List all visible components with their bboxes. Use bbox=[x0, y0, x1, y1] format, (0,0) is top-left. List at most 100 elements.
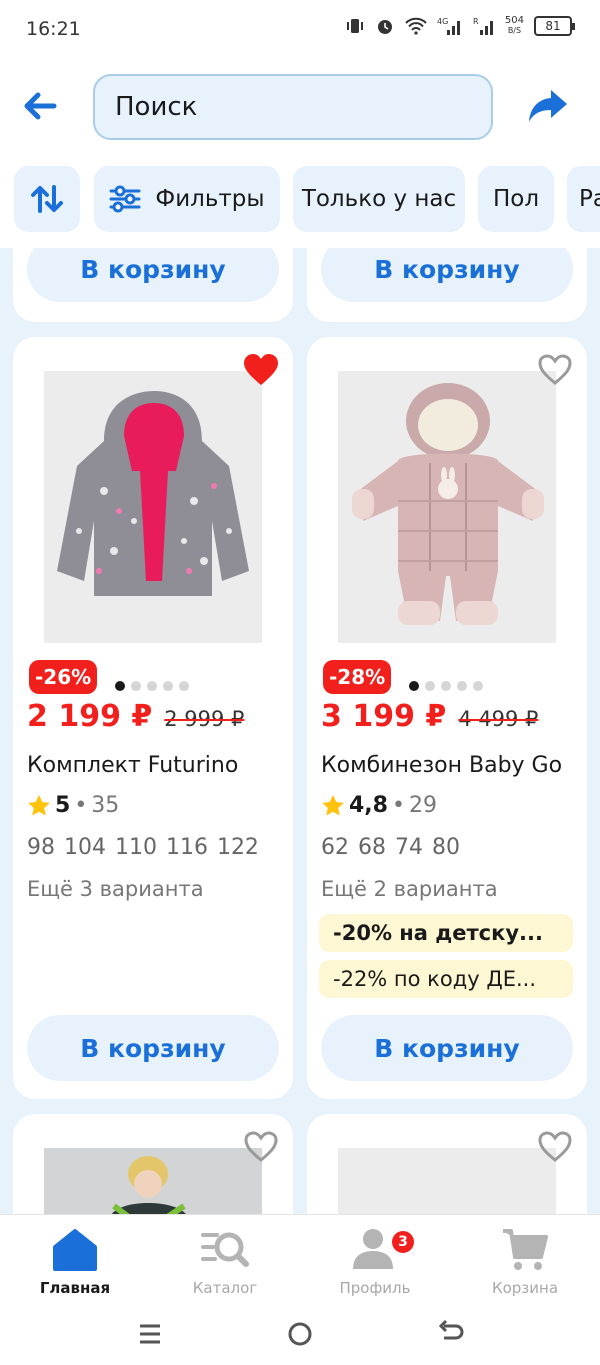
rating-value: 5 bbox=[55, 793, 71, 818]
gender-chip-label: Пол bbox=[492, 186, 540, 212]
share-icon[interactable] bbox=[526, 86, 570, 126]
old-price: 4 499 ₽ bbox=[458, 707, 539, 731]
sort-chip[interactable] bbox=[14, 166, 80, 232]
more-chip[interactable]: Ра bbox=[567, 166, 600, 232]
product-card-next-right[interactable] bbox=[307, 1114, 587, 1214]
carousel-dot bbox=[409, 681, 419, 691]
available-sizes: 62 68 74 80 bbox=[321, 835, 460, 860]
carousel-dot bbox=[147, 681, 157, 691]
exclusive-chip-label: Только у нас bbox=[301, 186, 457, 212]
rating-separator: • bbox=[74, 793, 88, 818]
system-navigation-bar bbox=[0, 1308, 600, 1365]
add-to-cart-button[interactable]: В корзину bbox=[27, 248, 279, 302]
nav-label: Главная bbox=[39, 1279, 111, 1297]
catalog-search-icon bbox=[201, 1232, 249, 1267]
snowsuit-image bbox=[352, 383, 544, 625]
gender-chip[interactable]: Пол bbox=[478, 166, 554, 232]
status-bar: 16:21 4G R 504 B/S 81 bbox=[0, 0, 600, 62]
product-title[interactable]: Комбинезон Baby Go bbox=[321, 753, 562, 778]
search-header: Поиск bbox=[0, 62, 600, 152]
star-icon bbox=[322, 794, 344, 815]
review-count: 35 bbox=[91, 793, 120, 818]
battery-icon: 81 bbox=[534, 16, 575, 36]
filter-chips: Фильтры Только у нас Пол Ра bbox=[0, 152, 600, 248]
promo-label[interactable]: -22% по коду ДЕ... bbox=[319, 960, 573, 998]
carousel-dot bbox=[115, 681, 125, 691]
signal-4g-icon: 4G bbox=[437, 17, 460, 35]
nav-label: Корзина bbox=[491, 1279, 559, 1297]
rating-separator: • bbox=[391, 793, 405, 818]
review-count: 29 bbox=[408, 793, 437, 818]
discount-badge: -28% bbox=[323, 660, 392, 694]
product-image[interactable] bbox=[338, 1148, 556, 1214]
filter-sliders-icon bbox=[109, 185, 141, 213]
carousel-dot bbox=[457, 681, 467, 691]
product-card-next-left[interactable] bbox=[13, 1114, 293, 1214]
favorite-heart-filled-icon[interactable] bbox=[243, 353, 279, 387]
favorite-heart-outline-icon[interactable] bbox=[537, 353, 573, 387]
product-image[interactable] bbox=[338, 371, 556, 643]
recent-apps-icon[interactable] bbox=[132, 1318, 168, 1350]
favorite-heart-outline-icon[interactable] bbox=[243, 1130, 279, 1164]
sort-icon bbox=[31, 185, 63, 213]
product-card-previous-right[interactable]: В корзину bbox=[307, 248, 587, 322]
product-rating: 5 • 35 bbox=[27, 793, 119, 818]
product-image[interactable] bbox=[44, 371, 262, 643]
old-price: 2 999 ₽ bbox=[164, 707, 245, 731]
more-variants[interactable]: Ещё 2 варианта bbox=[321, 877, 498, 901]
add-to-cart-button[interactable]: В корзину bbox=[27, 1015, 279, 1081]
image-carousel-dots bbox=[115, 681, 189, 691]
image-carousel-dots bbox=[409, 681, 483, 691]
carousel-dot bbox=[131, 681, 141, 691]
back-arrow-icon[interactable] bbox=[18, 84, 62, 128]
carousel-dot bbox=[179, 681, 189, 691]
home-button-icon[interactable] bbox=[282, 1318, 318, 1350]
home-icon bbox=[53, 1229, 97, 1271]
product-feed[interactable]: В корзину В корзину -26% 2 199 ₽ 2 999 ₽… bbox=[0, 248, 600, 1214]
discount-badge: -26% bbox=[29, 660, 98, 694]
add-to-cart-button[interactable]: В корзину bbox=[321, 1015, 573, 1081]
network-speed: 504 B/S bbox=[504, 15, 524, 36]
product-card[interactable]: -28% 3 199 ₽ 4 499 ₽ Комбинезон Baby Go … bbox=[307, 337, 587, 1099]
status-time: 16:21 bbox=[26, 18, 81, 40]
add-to-cart-button[interactable]: В корзину bbox=[321, 248, 573, 302]
nav-item-home[interactable]: Главная bbox=[0, 1215, 150, 1309]
star-icon bbox=[28, 794, 50, 815]
carousel-dot bbox=[473, 681, 483, 691]
product-title[interactable]: Комплект Futurino bbox=[27, 753, 238, 778]
carousel-dot bbox=[425, 681, 435, 691]
price-row: 2 199 ₽ 2 999 ₽ bbox=[27, 699, 244, 734]
alarm-icon bbox=[377, 20, 392, 34]
jacket-image bbox=[57, 391, 249, 596]
filters-chip-label: Фильтры bbox=[155, 186, 265, 212]
favorite-heart-outline-icon[interactable] bbox=[537, 1130, 573, 1164]
nav-item-cart[interactable]: Корзина bbox=[450, 1215, 600, 1309]
bottom-navigation: Главная Каталог 3 Профиль Корзина bbox=[0, 1214, 600, 1308]
available-sizes: 98 104 110 116 122 bbox=[27, 835, 259, 860]
product-card-previous-left[interactable]: В корзину bbox=[13, 248, 293, 322]
search-input[interactable]: Поиск bbox=[93, 74, 493, 140]
nav-label: Каталог bbox=[192, 1279, 258, 1297]
product-card[interactable]: -26% 2 199 ₽ 2 999 ₽ Комплект Futurino 5… bbox=[13, 337, 293, 1099]
rating-value: 4,8 bbox=[349, 793, 388, 818]
cart-icon bbox=[503, 1229, 548, 1270]
promo-label[interactable]: -20% на детску... bbox=[319, 914, 573, 952]
more-variants[interactable]: Ещё 3 варианта bbox=[27, 877, 204, 901]
status-icons: 4G R 504 B/S 81 bbox=[345, 15, 575, 36]
exclusive-chip[interactable]: Только у нас bbox=[293, 166, 465, 232]
current-price: 2 199 ₽ bbox=[27, 699, 153, 734]
more-chip-label: Ра bbox=[579, 186, 600, 212]
product-rating: 4,8 • 29 bbox=[321, 793, 437, 818]
carousel-dot bbox=[163, 681, 173, 691]
vibrate-icon bbox=[346, 19, 363, 33]
current-price: 3 199 ₽ bbox=[321, 699, 447, 734]
nav-item-profile[interactable]: 3 Профиль bbox=[300, 1215, 450, 1309]
svg-text:R: R bbox=[473, 17, 479, 26]
product-image[interactable] bbox=[44, 1148, 262, 1214]
nav-item-catalog[interactable]: Каталог bbox=[150, 1215, 300, 1309]
back-button-icon[interactable] bbox=[432, 1318, 468, 1350]
filters-chip[interactable]: Фильтры bbox=[94, 166, 280, 232]
svg-text:4G: 4G bbox=[437, 17, 448, 26]
signal-roaming-icon: R bbox=[473, 17, 493, 35]
wifi-icon bbox=[405, 17, 427, 35]
